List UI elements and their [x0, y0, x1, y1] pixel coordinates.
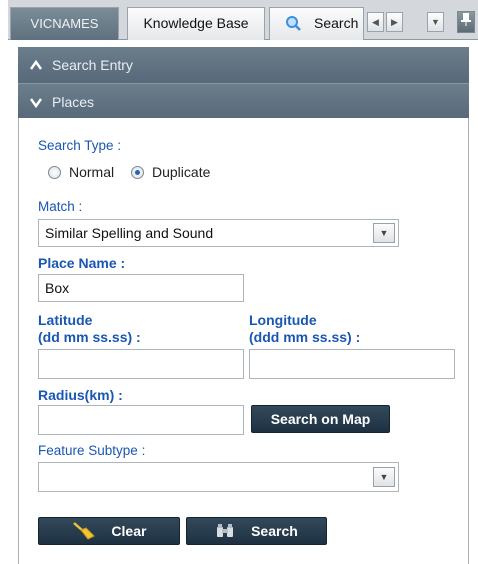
accordion-places-label: Places: [52, 94, 95, 110]
tab-knowledge-base[interactable]: Knowledge Base: [127, 7, 265, 40]
place-name-label: Place Name :: [38, 255, 126, 271]
radius-label: Radius(km) :: [38, 387, 123, 403]
search-type-label: Search Type :: [38, 138, 122, 153]
tab-vicnames[interactable]: VICNAMES: [10, 7, 119, 40]
accordion-places[interactable]: Places: [18, 83, 469, 119]
clear-button[interactable]: Clear: [38, 517, 180, 545]
match-dropdown-button[interactable]: ▼: [373, 223, 395, 243]
scroll-left-button[interactable]: ◀: [367, 12, 384, 32]
pin-button[interactable]: [457, 11, 475, 33]
radius-input[interactable]: [38, 405, 244, 435]
longitude-label-line2: (ddd mm ss.ss) :: [249, 329, 361, 345]
latitude-label: Latitude (dd mm ss.ss) :: [38, 312, 141, 346]
broom-icon: [72, 518, 96, 544]
clear-button-label: Clear: [111, 523, 147, 539]
radio-duplicate[interactable]: [131, 166, 144, 179]
radio-duplicate-label: Duplicate: [152, 164, 211, 180]
search-button[interactable]: Search: [186, 517, 327, 545]
place-name-input[interactable]: Box: [38, 274, 244, 302]
feature-subtype-dropdown-button[interactable]: ▼: [373, 467, 395, 487]
feature-subtype-label: Feature Subtype :: [38, 443, 146, 458]
accordion-search-entry-label: Search Entry: [52, 57, 133, 73]
tab-list-dropdown-button[interactable]: ▼: [427, 12, 444, 32]
latitude-label-line2: (dd mm ss.ss) :: [38, 329, 141, 345]
match-label: Match :: [38, 199, 83, 214]
radio-normal-label: Normal: [69, 164, 115, 180]
feature-subtype-select[interactable]: [38, 462, 399, 492]
place-name-value: Box: [45, 280, 70, 296]
latitude-input[interactable]: [38, 349, 244, 379]
latitude-label-line1: Latitude: [38, 312, 93, 328]
pin-icon: [461, 13, 471, 29]
match-select[interactable]: Similar Spelling and Sound: [38, 219, 399, 247]
match-select-value: Similar Spelling and Sound: [45, 225, 214, 241]
longitude-input[interactable]: [249, 349, 455, 379]
longitude-label: Longitude (ddd mm ss.ss) :: [249, 312, 360, 346]
tab-search-label: Search: [314, 15, 359, 31]
accordion-search-entry[interactable]: Search Entry: [18, 47, 469, 83]
radio-normal[interactable]: [48, 166, 61, 179]
scroll-right-button[interactable]: ▶: [386, 12, 403, 32]
tab-search[interactable]: Search: [269, 7, 364, 40]
magnifier-icon: [284, 8, 302, 50]
longitude-label-line1: Longitude: [249, 312, 317, 328]
binoculars-icon: [215, 518, 235, 544]
search-button-label: Search: [251, 523, 298, 539]
search-on-map-button[interactable]: Search on Map: [251, 405, 390, 433]
